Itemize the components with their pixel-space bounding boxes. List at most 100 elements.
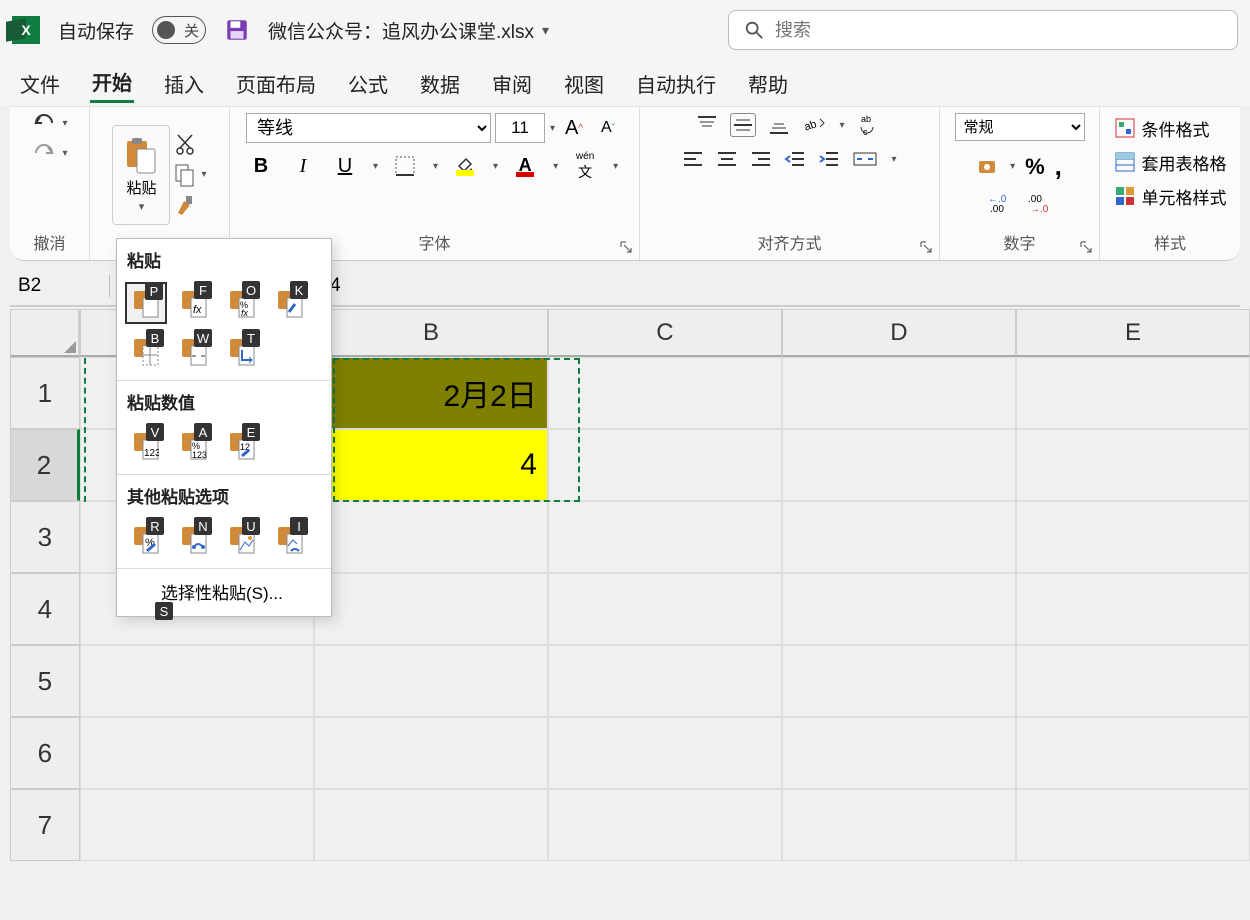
- phonetic-dropdown-icon[interactable]: ▾: [613, 161, 618, 172]
- cell-C2[interactable]: [548, 429, 782, 501]
- increase-font-icon[interactable]: A^: [559, 115, 589, 141]
- tab-home[interactable]: 开始: [90, 63, 134, 103]
- cell-E1[interactable]: [1016, 357, 1250, 429]
- paste-values-button[interactable]: 123 V: [125, 424, 167, 466]
- redo-icon[interactable]: [31, 143, 57, 163]
- col-header-D[interactable]: D: [782, 309, 1016, 357]
- save-icon[interactable]: [224, 17, 250, 43]
- cell-B1[interactable]: 2月2日: [314, 357, 548, 429]
- alignment-dialog-launcher-icon[interactable]: [919, 240, 933, 254]
- cell-A6[interactable]: [80, 717, 314, 789]
- tab-insert[interactable]: 插入: [162, 65, 206, 102]
- cut-icon[interactable]: [174, 133, 196, 157]
- paste-formatting-button[interactable]: % R: [125, 518, 167, 560]
- italic-button[interactable]: I: [288, 153, 318, 179]
- decrease-decimal-icon[interactable]: .00→.0: [1028, 192, 1052, 212]
- tab-formulas[interactable]: 公式: [346, 65, 390, 102]
- cell-B5[interactable]: [314, 645, 548, 717]
- underline-dropdown-icon[interactable]: ▾: [373, 161, 378, 172]
- row-header-3[interactable]: 3: [10, 501, 80, 573]
- cell-D4[interactable]: [782, 573, 1016, 645]
- paste-values-number-button[interactable]: %123 A: [173, 424, 215, 466]
- row-header-5[interactable]: 5: [10, 645, 80, 717]
- cell-C3[interactable]: [548, 501, 782, 573]
- row-header-7[interactable]: 7: [10, 789, 80, 861]
- col-header-B[interactable]: B: [314, 309, 548, 357]
- align-bottom-icon[interactable]: [768, 115, 790, 135]
- align-center-icon[interactable]: [716, 150, 738, 168]
- comma-icon[interactable]: ,: [1055, 151, 1062, 182]
- cell-B3[interactable]: [314, 501, 548, 573]
- cell-D7[interactable]: [782, 789, 1016, 861]
- paste-link-button[interactable]: N: [173, 518, 215, 560]
- phonetic-icon[interactable]: wén文: [570, 153, 600, 179]
- cell-C6[interactable]: [548, 717, 782, 789]
- name-box[interactable]: B2: [10, 275, 110, 297]
- paste-keep-source-button[interactable]: K: [269, 282, 311, 324]
- paste-formulas-button[interactable]: fx F: [173, 282, 215, 324]
- number-format-select[interactable]: 常规: [955, 113, 1085, 141]
- conditional-format-button[interactable]: 条件格式: [1114, 113, 1210, 143]
- increase-indent-icon[interactable]: [818, 150, 840, 168]
- align-top-icon[interactable]: [696, 115, 718, 135]
- undo-icon[interactable]: [31, 113, 57, 133]
- cell-D2[interactable]: [782, 429, 1016, 501]
- copy-icon[interactable]: [174, 163, 196, 187]
- paste-values-source-button[interactable]: 12 E: [221, 424, 263, 466]
- undo-dropdown-icon[interactable]: ▾: [62, 118, 67, 129]
- tab-page-layout[interactable]: 页面布局: [234, 65, 318, 102]
- paste-formulas-number-button[interactable]: %fx O: [221, 282, 263, 324]
- tab-data[interactable]: 数据: [418, 65, 462, 102]
- redo-dropdown-icon[interactable]: ▾: [62, 148, 67, 159]
- cell-E6[interactable]: [1016, 717, 1250, 789]
- align-left-icon[interactable]: [682, 150, 704, 168]
- currency-dropdown-icon[interactable]: ▾: [1010, 161, 1015, 172]
- row-header-1[interactable]: 1: [10, 357, 80, 429]
- cell-C5[interactable]: [548, 645, 782, 717]
- underline-button[interactable]: U: [330, 153, 360, 179]
- cell-E5[interactable]: [1016, 645, 1250, 717]
- file-title-dropdown-icon[interactable]: ▾: [542, 22, 549, 39]
- cell-E3[interactable]: [1016, 501, 1250, 573]
- wrap-text-icon[interactable]: abc: [857, 113, 883, 137]
- fill-color-dropdown-icon[interactable]: ▾: [493, 161, 498, 172]
- paste-keep-col-width-button[interactable]: W: [173, 330, 215, 372]
- font-name-select[interactable]: 等线: [246, 113, 491, 143]
- cell-C4[interactable]: [548, 573, 782, 645]
- tab-help[interactable]: 帮助: [746, 65, 790, 102]
- copy-dropdown-icon[interactable]: ▾: [201, 169, 206, 180]
- currency-icon[interactable]: [977, 157, 999, 177]
- col-header-E[interactable]: E: [1016, 309, 1250, 357]
- row-header-6[interactable]: 6: [10, 717, 80, 789]
- paste-dropdown-icon[interactable]: ▾: [139, 200, 145, 213]
- border-icon[interactable]: [390, 153, 420, 179]
- merge-center-icon[interactable]: [852, 149, 878, 169]
- search-box[interactable]: [728, 10, 1238, 50]
- cell-E7[interactable]: [1016, 789, 1250, 861]
- cell-D6[interactable]: [782, 717, 1016, 789]
- cell-C7[interactable]: [548, 789, 782, 861]
- paste-linked-picture-button[interactable]: I: [269, 518, 311, 560]
- fill-color-icon[interactable]: [450, 153, 480, 179]
- cell-C1[interactable]: [548, 357, 782, 429]
- font-size-input[interactable]: [495, 113, 545, 143]
- tab-file[interactable]: 文件: [18, 65, 62, 102]
- search-input[interactable]: [775, 20, 1223, 41]
- format-painter-icon[interactable]: [174, 193, 196, 217]
- increase-decimal-icon[interactable]: ←.0.00: [988, 192, 1012, 212]
- cell-A7[interactable]: [80, 789, 314, 861]
- paste-all-button[interactable]: P: [125, 282, 167, 324]
- cell-styles-button[interactable]: 单元格样式: [1114, 181, 1227, 211]
- cell-D3[interactable]: [782, 501, 1016, 573]
- paste-no-border-button[interactable]: B: [125, 330, 167, 372]
- cell-E2[interactable]: [1016, 429, 1250, 501]
- cell-B6[interactable]: [314, 717, 548, 789]
- cell-B7[interactable]: [314, 789, 548, 861]
- merge-dropdown-icon[interactable]: ▾: [891, 154, 896, 165]
- row-header-4[interactable]: 4: [10, 573, 80, 645]
- percent-icon[interactable]: %: [1025, 154, 1045, 180]
- bold-button[interactable]: B: [246, 153, 276, 179]
- col-header-C[interactable]: C: [548, 309, 782, 357]
- autosave-toggle[interactable]: 关: [152, 16, 206, 44]
- align-middle-icon[interactable]: [732, 115, 754, 135]
